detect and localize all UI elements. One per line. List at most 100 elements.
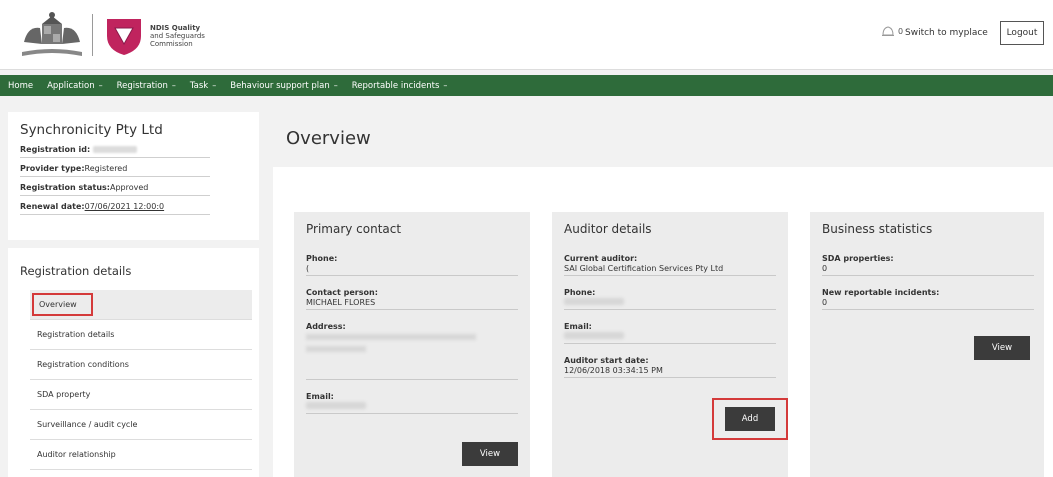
- nav-label: Home: [8, 80, 34, 91]
- provider-type-row: Provider type:Registered: [20, 161, 210, 177]
- logo-line3: Commission: [150, 40, 193, 48]
- chevron-down-icon: –: [212, 81, 217, 90]
- contact-person-value: MICHAEL FLORES: [306, 298, 376, 307]
- main-nav: Home Application – Registration – Task – Be…: [0, 75, 1053, 96]
- bell-icon: [882, 26, 894, 36]
- sda-properties-field: SDA properties: 0: [822, 254, 1034, 276]
- redacted-value: [92, 146, 137, 153]
- field-label: Email:: [306, 392, 334, 401]
- sidebar-item-label: Auditor relationship: [37, 450, 116, 459]
- sda-properties-value: 0: [822, 264, 828, 273]
- switch-to-myplace-link[interactable]: Switch to myplace: [905, 28, 988, 38]
- top-header: NDIS Quality and Safeguards Commission 0…: [0, 0, 1053, 70]
- new-reportable-incidents-field: New reportable incidents: 0: [822, 288, 1034, 310]
- field-label: Current auditor:: [564, 254, 638, 263]
- phone-value: (: [306, 264, 310, 273]
- add-auditor-button[interactable]: Add: [725, 407, 775, 431]
- phone-field: Phone: (: [306, 254, 518, 276]
- email-field: Email:: [306, 392, 518, 414]
- ndis-shield-icon: [107, 19, 141, 55]
- auditor-details-card: Auditor details Current auditor: SAI Glo…: [552, 212, 788, 477]
- renewal-label: Renewal date:: [20, 202, 85, 211]
- nav-label: Registration: [116, 80, 168, 91]
- field-label: Email:: [564, 322, 592, 331]
- sidebar-item-registration-conditions[interactable]: Registration conditions: [30, 350, 252, 380]
- nav-behaviour-support-plan[interactable]: Behaviour support plan –: [230, 81, 338, 91]
- auditor-start-date-value: 12/06/2018 03:34:15 PM: [564, 366, 663, 375]
- redacted-phone: [564, 298, 776, 307]
- registration-status-row: Registration status:Approved: [20, 180, 210, 196]
- nav-label: Behaviour support plan: [230, 80, 330, 91]
- address-field: Address:: [306, 322, 518, 380]
- view-contact-button[interactable]: View: [462, 442, 518, 466]
- field-label: Address:: [306, 322, 346, 331]
- business-statistics-card: Business statistics SDA properties: 0 Ne…: [810, 212, 1044, 477]
- org-name: Synchronicity Pty Ltd: [20, 122, 163, 138]
- sidebar-item-sda-property[interactable]: SDA property: [30, 380, 252, 410]
- provider-type-label: Provider type:: [20, 164, 85, 173]
- field-label: Auditor start date:: [564, 356, 649, 365]
- auditor-start-date-field: Auditor start date: 12/06/2018 03:34:15 …: [564, 356, 776, 378]
- current-auditor-field: Current auditor: SAI Global Certificatio…: [564, 254, 776, 276]
- field-label: SDA properties:: [822, 254, 894, 263]
- nav-label: Reportable incidents: [351, 80, 440, 91]
- contact-person-field: Contact person: MICHAEL FLORES: [306, 288, 518, 310]
- view-statistics-button[interactable]: View: [974, 336, 1030, 360]
- add-auditor-highlight: Add: [712, 398, 788, 440]
- card-title: Auditor details: [564, 222, 652, 236]
- auditor-phone-field: Phone:: [564, 288, 776, 310]
- renewal-value: 07/06/2021 12:00:0: [84, 202, 165, 211]
- sidebar-item-overview[interactable]: Overview: [30, 290, 252, 320]
- sidebar-item-surveillance-audit-cycle[interactable]: Surveillance / audit cycle: [30, 410, 252, 440]
- nav-home[interactable]: Home: [8, 81, 33, 91]
- field-label: Contact person:: [306, 288, 378, 297]
- redacted-address: [306, 334, 486, 360]
- sidebar-heading: Registration details: [20, 264, 132, 278]
- field-label: New reportable incidents:: [822, 288, 940, 297]
- reg-status-label: Registration status:: [20, 183, 110, 192]
- sidebar-item-label: Registration conditions: [37, 360, 129, 369]
- sidebar-item-auditor-relationship[interactable]: Auditor relationship: [30, 440, 252, 470]
- reg-status-value: Approved: [110, 183, 149, 192]
- sidebar-item-label: Surveillance / audit cycle: [37, 420, 138, 429]
- nav-label: Task: [189, 80, 209, 91]
- nav-reportable-incidents[interactable]: Reportable incidents –: [352, 81, 448, 91]
- new-reportable-incidents-value: 0: [822, 298, 828, 307]
- logo-divider: [92, 14, 93, 56]
- field-label: Phone:: [564, 288, 596, 297]
- chevron-down-icon: –: [98, 81, 103, 90]
- chevron-down-icon: –: [443, 81, 448, 90]
- sidebar-item-label: Overview: [32, 293, 93, 316]
- registration-sidebar: Registration details Overview Registrati…: [8, 248, 259, 477]
- current-auditor-value: SAI Global Certification Services Pty Lt…: [564, 264, 724, 273]
- page-title: Overview: [286, 128, 371, 149]
- sidebar-item-label: Registration details: [37, 330, 115, 339]
- ndis-logo-text: NDIS Quality and Safeguards Commission: [150, 24, 230, 48]
- nav-task[interactable]: Task –: [190, 81, 216, 91]
- chevron-down-icon: –: [171, 81, 176, 90]
- org-summary: Synchronicity Pty Ltd Registration id: P…: [8, 112, 259, 240]
- redacted-email: [306, 402, 518, 411]
- sidebar-item-label: SDA property: [37, 390, 91, 399]
- card-title: Primary contact: [306, 222, 402, 236]
- card-title: Business statistics: [822, 222, 933, 236]
- logo-line2: and Safeguards: [150, 32, 205, 40]
- registration-id-row: Registration id:: [20, 142, 210, 158]
- notification-count: 0: [898, 26, 904, 36]
- logo-line1: NDIS Quality: [150, 24, 201, 32]
- primary-contact-card: Primary contact Phone: ( Contact person:…: [294, 212, 530, 477]
- nav-application[interactable]: Application –: [47, 81, 103, 91]
- auditor-email-field: Email:: [564, 322, 776, 344]
- logout-button[interactable]: Logout: [1000, 21, 1044, 45]
- renewal-date-row: Renewal date:07/06/2021 12:00:0: [20, 199, 210, 215]
- sidebar-item-registration-details[interactable]: Registration details: [30, 320, 252, 350]
- chevron-down-icon: –: [333, 81, 338, 90]
- coat-of-arms-icon: [22, 12, 82, 56]
- reg-id-label: Registration id:: [20, 145, 91, 154]
- redacted-email: [564, 332, 776, 341]
- notifications[interactable]: 0: [880, 24, 903, 38]
- field-label: Phone:: [306, 254, 338, 263]
- provider-type-value: Registered: [84, 164, 128, 173]
- nav-registration[interactable]: Registration –: [117, 81, 176, 91]
- nav-label: Application: [47, 80, 95, 91]
